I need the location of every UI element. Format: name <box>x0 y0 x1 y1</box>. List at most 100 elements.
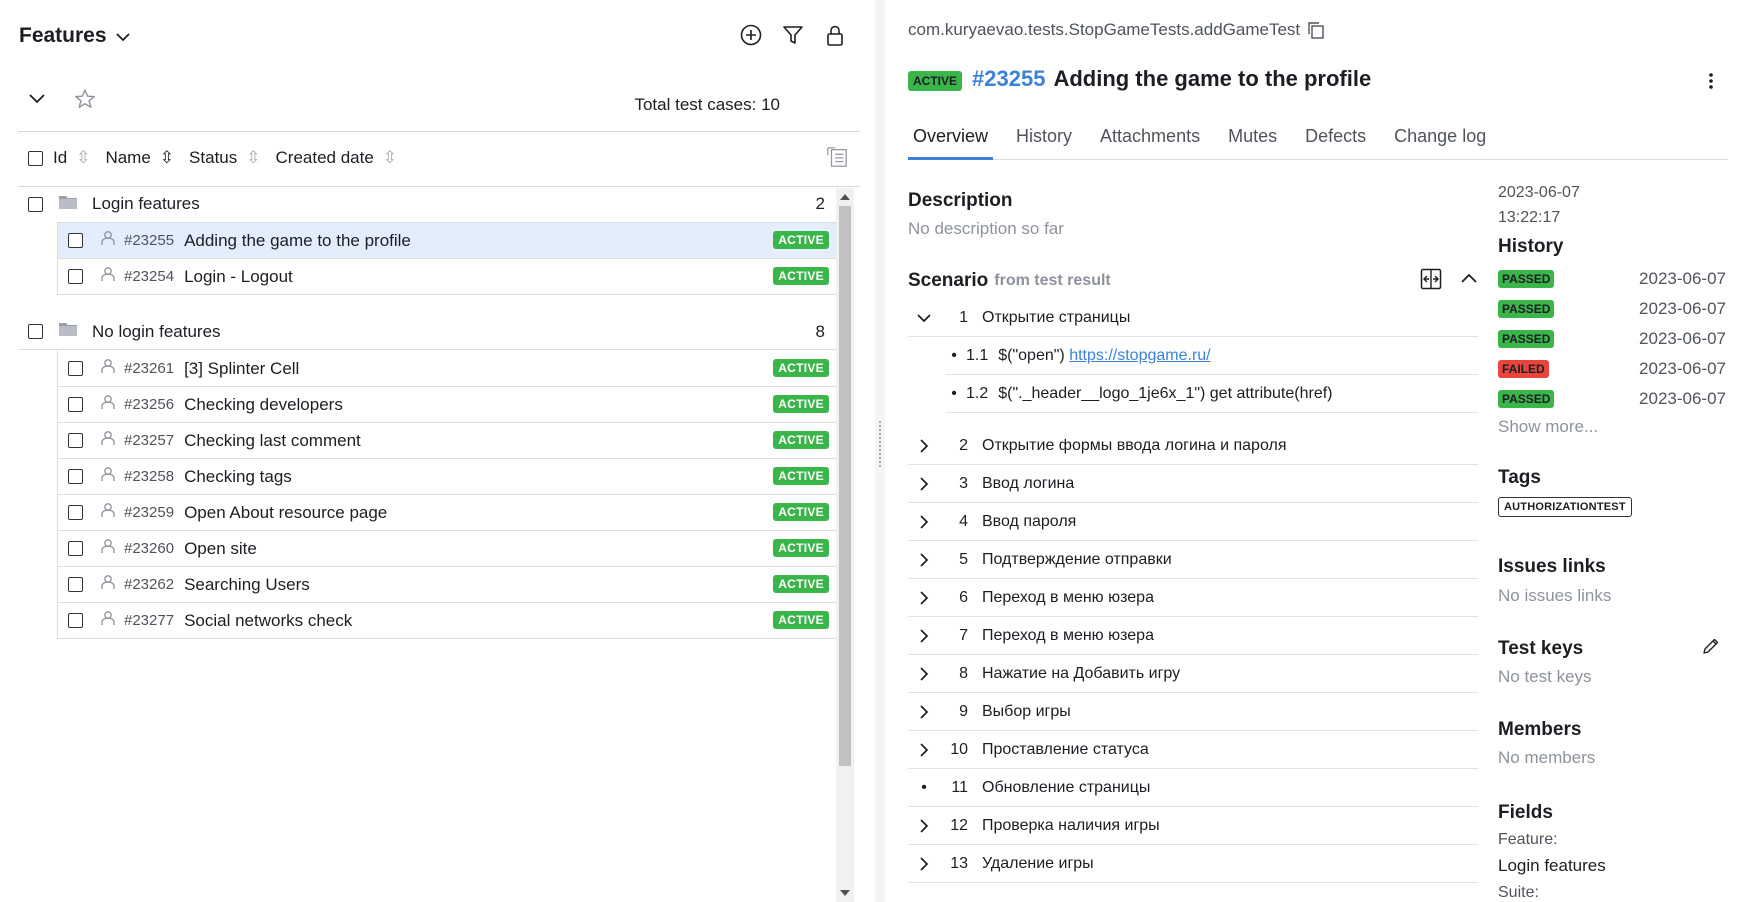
history-entry[interactable]: PASSED 2023-06-07 <box>1498 268 1726 290</box>
chevron-right-icon[interactable] <box>914 514 934 529</box>
scroll-down-icon[interactable] <box>840 890 850 896</box>
filter-icon[interactable] <box>782 24 804 46</box>
chevron-right-icon[interactable] <box>914 628 934 643</box>
row-checkbox[interactable] <box>68 577 83 592</box>
step-row[interactable]: 6 Переход в меню юзера <box>908 579 1478 617</box>
step-row[interactable]: 5 Подтверждение отправки <box>908 541 1478 579</box>
row-checkbox[interactable] <box>68 269 83 284</box>
table-row[interactable]: #23260 Open site ACTIVE <box>57 531 837 567</box>
column-name[interactable]: Name ⇳ <box>105 148 174 168</box>
chevron-up-icon[interactable] <box>1458 268 1480 290</box>
test-name: Open About resource page <box>184 502 388 522</box>
history-entry[interactable]: PASSED 2023-06-07 <box>1498 328 1726 350</box>
add-icon[interactable] <box>740 24 762 46</box>
tab-change-log[interactable]: Change log <box>1389 126 1491 160</box>
history-entry[interactable]: FAILED 2023-06-07 <box>1498 358 1726 380</box>
test-name: Social networks check <box>184 610 353 630</box>
column-status[interactable]: Status ⇳ <box>189 148 260 168</box>
select-all-checkbox[interactable] <box>28 150 43 166</box>
table-row[interactable]: #23262 Searching Users ACTIVE <box>57 567 837 603</box>
star-icon[interactable] <box>74 88 96 110</box>
scrollbar[interactable] <box>836 188 854 902</box>
step-text: Переход в меню юзера <box>982 626 1154 644</box>
row-checkbox[interactable] <box>68 433 83 448</box>
column-settings-icon[interactable] <box>826 146 848 168</box>
chevron-right-icon[interactable] <box>914 856 934 871</box>
collapse-all-icon[interactable] <box>26 88 48 110</box>
table-row[interactable]: #23257 Checking last comment ACTIVE <box>57 423 837 459</box>
row-checkbox[interactable] <box>68 233 83 248</box>
row-checkbox[interactable] <box>68 613 83 628</box>
tag-chip[interactable]: AUTHORIZATIONTEST <box>1498 497 1632 517</box>
tab-defects[interactable]: Defects <box>1300 126 1371 160</box>
features-dropdown[interactable]: Features <box>19 24 130 48</box>
chevron-right-icon[interactable] <box>914 476 934 491</box>
step-row[interactable]: 10 Проставление статуса <box>908 731 1478 769</box>
history-entry[interactable]: PASSED 2023-06-07 <box>1498 388 1726 410</box>
column-created-date[interactable]: Created date ⇳ <box>276 148 398 168</box>
split-view-icon[interactable] <box>1420 268 1442 290</box>
chevron-right-icon[interactable] <box>914 704 934 719</box>
chevron-right-icon[interactable] <box>914 438 934 453</box>
table-row[interactable]: #23254 Login - Logout ACTIVE <box>57 259 837 295</box>
row-checkbox[interactable] <box>68 469 83 484</box>
table-row[interactable]: #23259 Open About resource page ACTIVE <box>57 495 837 531</box>
more-options-icon[interactable] <box>1700 70 1722 92</box>
step-row[interactable]: 7 Переход в меню юзера <box>908 617 1478 655</box>
test-id: #23259 <box>124 504 175 521</box>
status-badge: ACTIVE <box>773 359 829 377</box>
row-checkbox[interactable] <box>68 505 83 520</box>
history-entry[interactable]: PASSED 2023-06-07 <box>1498 298 1726 320</box>
step-row[interactable]: 8 Нажатие на Добавить игру <box>908 655 1478 693</box>
chevron-right-icon[interactable] <box>914 818 934 833</box>
copy-icon[interactable] <box>1305 19 1327 41</box>
chevron-right-icon[interactable] <box>914 552 934 567</box>
edit-icon[interactable] <box>1700 635 1722 657</box>
divider <box>18 131 860 132</box>
row-checkbox[interactable] <box>68 361 83 376</box>
panel-splitter[interactable] <box>875 0 885 902</box>
show-more-link[interactable]: Show more... <box>1498 417 1598 437</box>
group-login-features[interactable]: Login features 2 <box>18 186 837 222</box>
chevron-down-icon[interactable] <box>914 313 934 323</box>
step-link[interactable]: https://stopgame.ru/ <box>1069 347 1210 365</box>
sort-icon: ⇳ <box>246 148 261 167</box>
automated-icon <box>100 430 116 451</box>
scroll-up-icon[interactable] <box>840 194 850 200</box>
table-row[interactable]: #23261 [3] Splinter Cell ACTIVE <box>57 351 837 387</box>
chevron-right-icon[interactable] <box>914 590 934 605</box>
step-row[interactable]: 4 Ввод пароля <box>908 503 1478 541</box>
step-row[interactable]: 3 Ввод логина <box>908 465 1478 503</box>
test-name: Login - Logout <box>184 266 293 286</box>
row-checkbox[interactable] <box>68 541 83 556</box>
row-checkbox[interactable] <box>68 397 83 412</box>
group-checkbox[interactable] <box>28 324 43 339</box>
table-row[interactable]: #23255 Adding the game to the profile AC… <box>57 223 837 259</box>
test-name: Adding the game to the profile <box>184 230 411 250</box>
table-row[interactable]: #23256 Checking developers ACTIVE <box>57 387 837 423</box>
folder-icon <box>58 194 78 215</box>
table-row[interactable]: #23258 Checking tags ACTIVE <box>57 459 837 495</box>
lock-icon[interactable] <box>824 24 846 46</box>
table-row[interactable]: #23277 Social networks check ACTIVE <box>57 603 837 639</box>
test-name: Checking tags <box>184 466 292 486</box>
group-checkbox[interactable] <box>28 196 43 212</box>
chevron-right-icon[interactable] <box>914 742 934 757</box>
tab-attachments[interactable]: Attachments <box>1095 126 1205 160</box>
scrollbar-thumb[interactable] <box>839 206 851 766</box>
step-row[interactable]: 9 Выбор игры <box>908 693 1478 731</box>
step-row[interactable]: 1 Открытие страницы <box>908 299 1478 337</box>
tab-mutes[interactable]: Mutes <box>1223 126 1282 160</box>
automated-icon <box>100 502 116 523</box>
step-row[interactable]: 2 Открытие формы ввода логина и пароля <box>908 427 1478 465</box>
chevron-right-icon[interactable] <box>914 666 934 681</box>
test-id: #23260 <box>124 540 175 557</box>
drag-handle-icon[interactable] <box>878 420 882 468</box>
tab-overview[interactable]: Overview <box>908 126 994 160</box>
column-id[interactable]: Id ⇳ <box>53 148 90 168</box>
step-row[interactable]: 13 Удаление игры <box>908 845 1478 883</box>
step-row[interactable]: 12 Проверка наличия игры <box>908 807 1478 845</box>
tab-history[interactable]: History <box>1011 126 1077 160</box>
field-label: Suite: <box>1498 884 1539 901</box>
group-no-login-features[interactable]: No login features 8 <box>18 314 837 350</box>
